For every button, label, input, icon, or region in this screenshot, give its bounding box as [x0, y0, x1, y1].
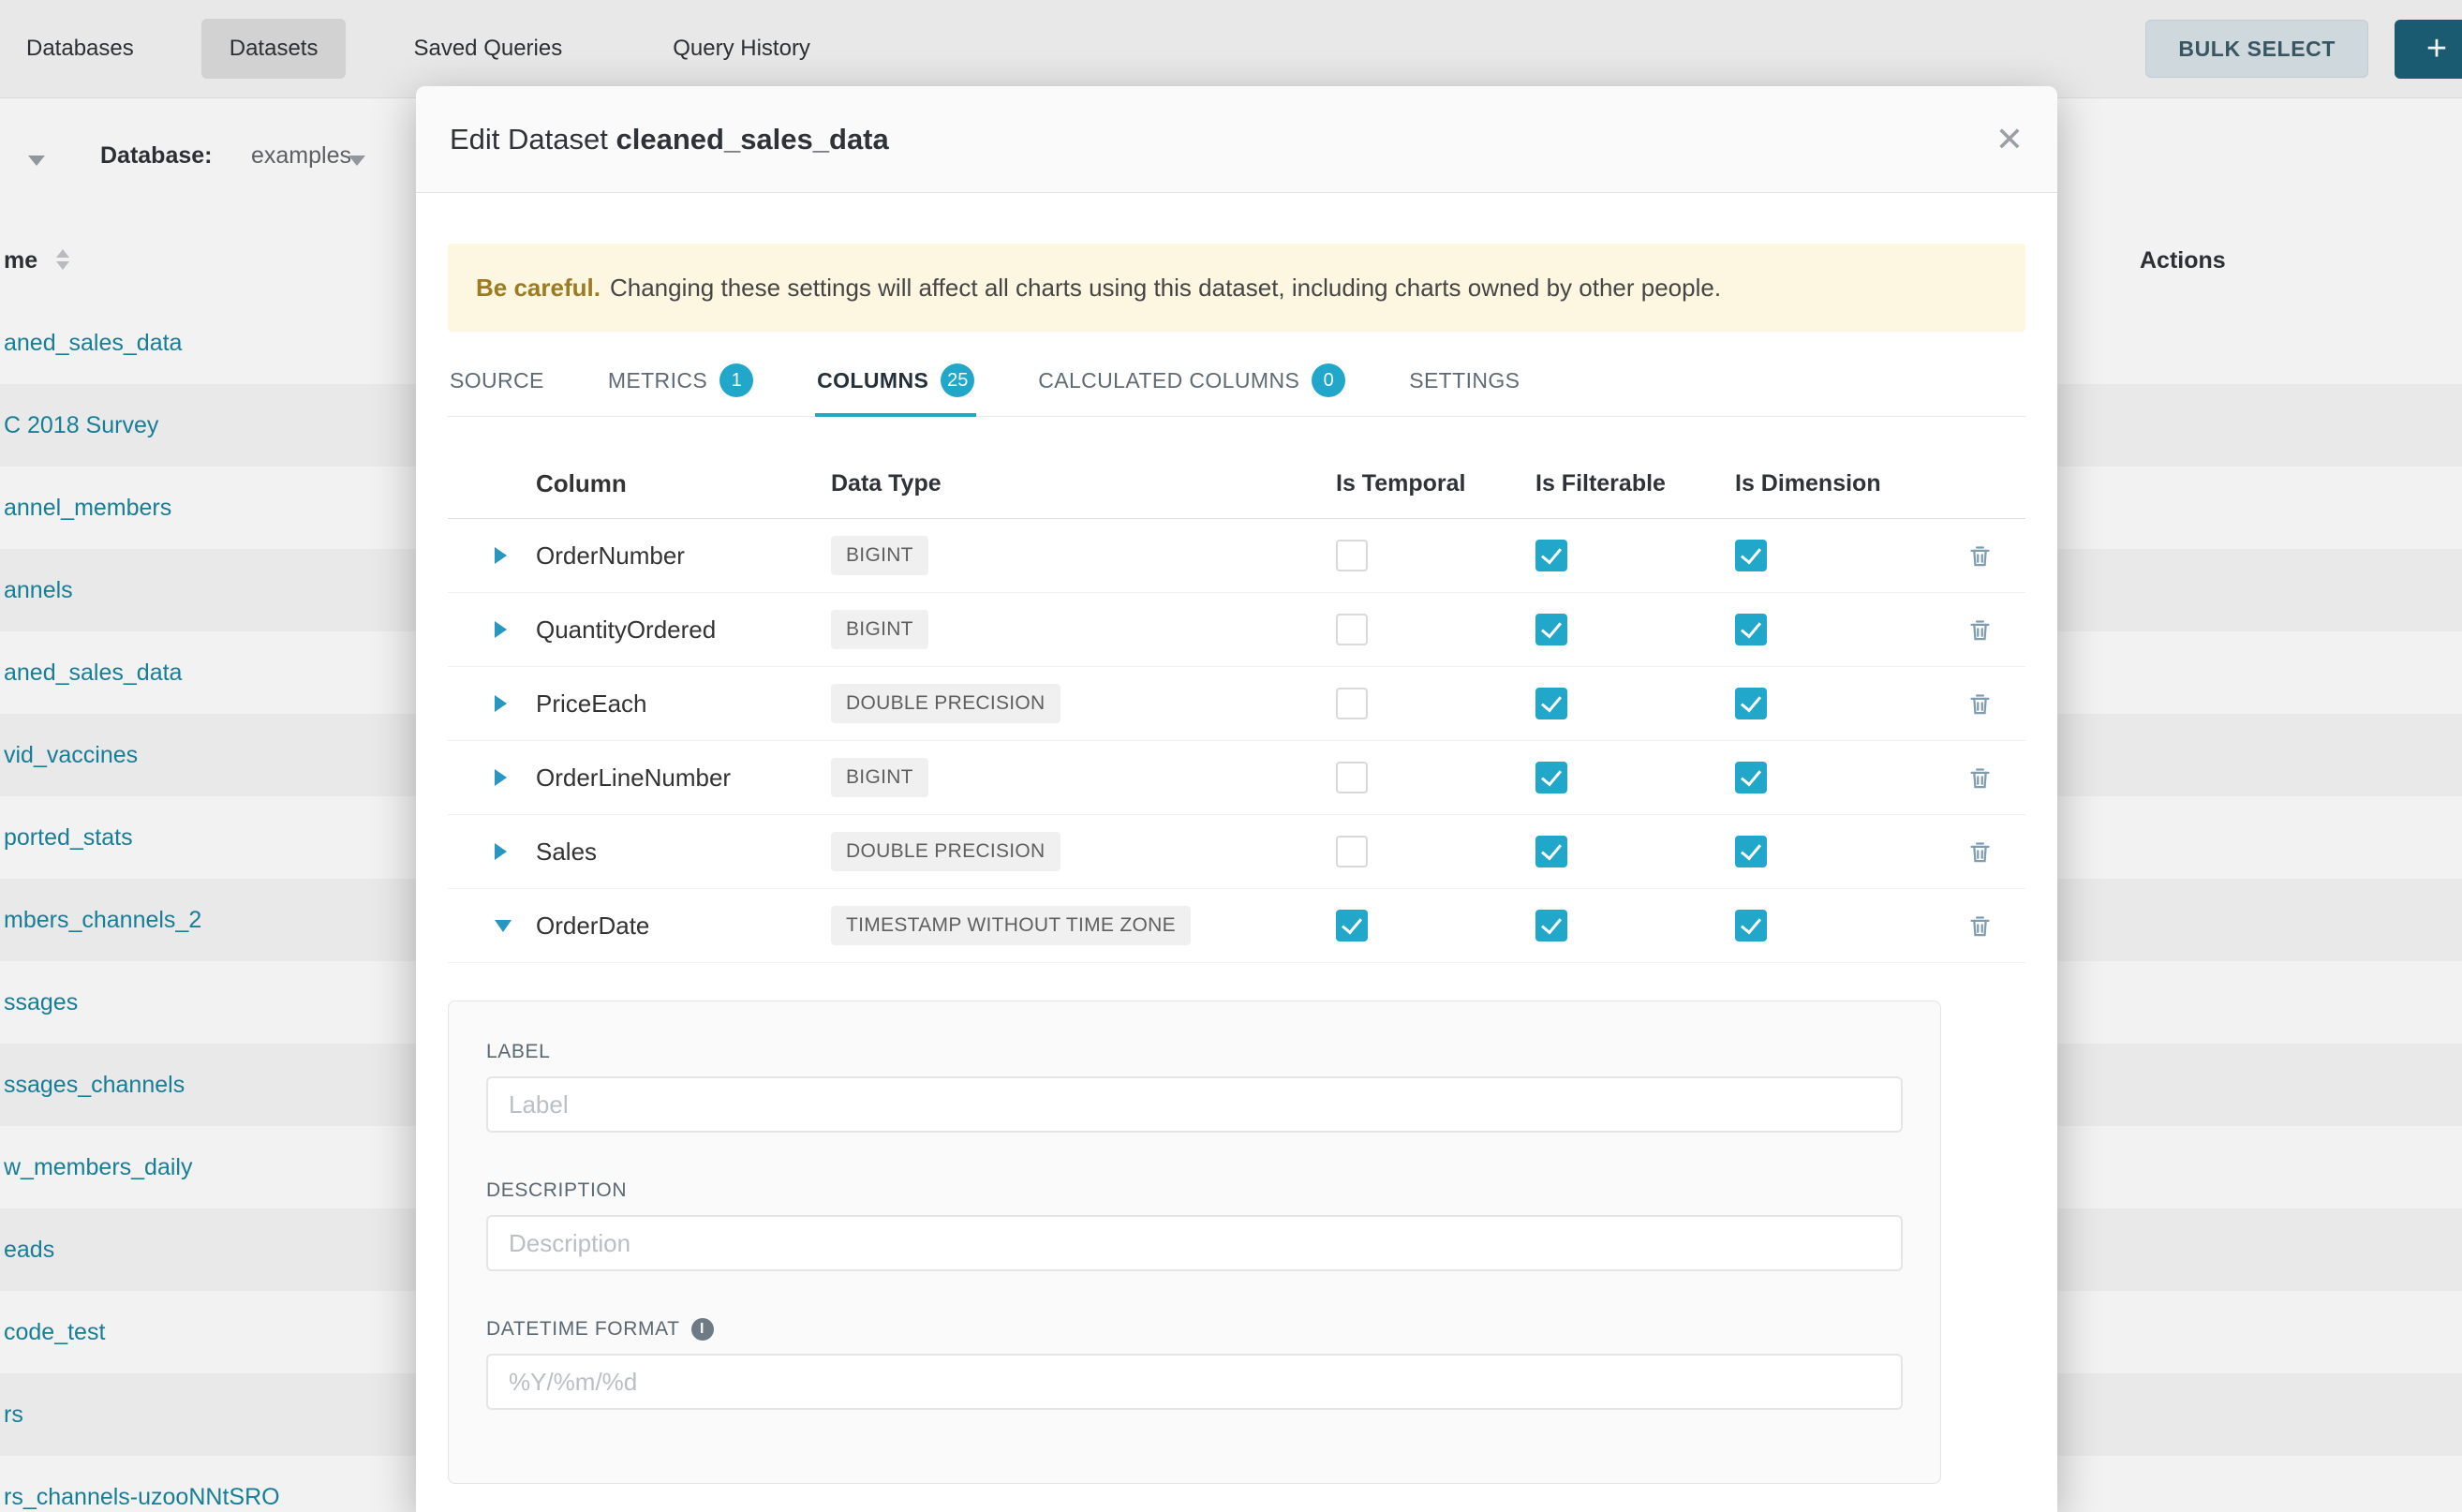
tab-label: SOURCE: [450, 368, 544, 393]
expand-caret-icon[interactable]: [495, 920, 512, 932]
warning-banner-text: Changing these settings will affect all …: [610, 274, 1721, 303]
modal-title-prefix: Edit Dataset: [450, 123, 608, 156]
is-filterable-checkbox[interactable]: [1535, 762, 1567, 793]
tab-calculated-columns[interactable]: CALCULATED COLUMNS 0: [1036, 358, 1347, 416]
column-row: PriceEach DOUBLE PRECISION: [448, 667, 2025, 741]
data-type-pill: BIGINT: [831, 758, 928, 797]
is-temporal-checkbox[interactable]: [1336, 910, 1368, 941]
data-type-pill: DOUBLE PRECISION: [831, 684, 1060, 723]
close-icon[interactable]: ✕: [1995, 123, 2024, 156]
description-input[interactable]: [486, 1215, 1903, 1271]
label-field-label: LABEL: [486, 1041, 1903, 1063]
columns-table-header: Column Data Type Is Temporal Is Filterab…: [448, 449, 2025, 519]
data-type-pill: BIGINT: [831, 536, 928, 575]
is-filterable-checkbox[interactable]: [1535, 910, 1567, 941]
data-type-pill: TIMESTAMP WITHOUT TIME ZONE: [831, 906, 1191, 945]
data-type-header: Data Type: [831, 470, 1336, 497]
tab-label: COLUMNS: [817, 368, 928, 393]
is-dimension-checkbox[interactable]: [1735, 836, 1767, 867]
is-dimension-checkbox[interactable]: [1735, 762, 1767, 793]
modal-title-dataset-name: cleaned_sales_data: [616, 123, 889, 156]
column-row: OrderLineNumber BIGINT: [448, 741, 2025, 815]
column-row: QuantityOrdered BIGINT: [448, 593, 2025, 667]
is-filterable-checkbox[interactable]: [1535, 614, 1567, 645]
is-dimension-checkbox[interactable]: [1735, 540, 1767, 571]
is-dimension-checkbox[interactable]: [1735, 910, 1767, 941]
label-input[interactable]: [486, 1076, 1903, 1133]
tab-columns[interactable]: COLUMNS 25: [815, 358, 976, 416]
column-header: Column: [536, 469, 831, 498]
trash-icon[interactable]: [1967, 765, 1993, 791]
datetime-format-field-label: DATETIME FORMAT i: [486, 1318, 1903, 1341]
expand-caret-icon[interactable]: [495, 843, 507, 860]
modal-tabs: SOURCE METRICS 1 COLUMNS 25 CALCULATED C…: [448, 358, 2025, 417]
columns-table-body: OrderNumber BIGINT QuantityOrdered BIGIN…: [448, 519, 2025, 963]
description-field-label-text: DESCRIPTION: [486, 1179, 627, 1202]
expand-caret-icon[interactable]: [495, 695, 507, 712]
expand-caret-icon[interactable]: [495, 547, 507, 564]
is-dimension-checkbox[interactable]: [1735, 614, 1767, 645]
column-name: QuantityOrdered: [536, 615, 831, 645]
is-dimension-header: Is Dimension: [1735, 470, 1935, 497]
is-temporal-checkbox[interactable]: [1336, 540, 1368, 571]
data-type-pill: BIGINT: [831, 610, 928, 649]
column-name: PriceEach: [536, 689, 831, 719]
is-filterable-checkbox[interactable]: [1535, 688, 1567, 719]
info-icon[interactable]: i: [691, 1318, 714, 1341]
is-filterable-checkbox[interactable]: [1535, 836, 1567, 867]
is-dimension-checkbox[interactable]: [1735, 688, 1767, 719]
data-type-pill: DOUBLE PRECISION: [831, 832, 1060, 871]
expand-caret-icon[interactable]: [495, 621, 507, 638]
is-temporal-checkbox[interactable]: [1336, 688, 1368, 719]
is-temporal-header: Is Temporal: [1336, 470, 1535, 497]
trash-icon[interactable]: [1967, 839, 1993, 865]
description-field-label: DESCRIPTION: [486, 1179, 1903, 1202]
warning-banner: Be careful. Changing these settings will…: [448, 244, 2025, 332]
column-name: OrderLineNumber: [536, 763, 831, 793]
column-name: Sales: [536, 838, 831, 867]
tab-source[interactable]: SOURCE: [448, 358, 546, 416]
is-filterable-checkbox[interactable]: [1535, 540, 1567, 571]
is-filterable-header: Is Filterable: [1535, 470, 1735, 497]
datetime-format-label-text: DATETIME FORMAT: [486, 1318, 680, 1341]
trash-icon[interactable]: [1967, 617, 1993, 643]
tab-count-badge: 25: [941, 363, 974, 397]
datetime-format-input[interactable]: [486, 1354, 1903, 1410]
edit-dataset-modal: Edit Dataset cleaned_sales_data ✕ Be car…: [416, 86, 2057, 1512]
column-name: OrderDate: [536, 912, 831, 941]
is-temporal-checkbox[interactable]: [1336, 762, 1368, 793]
modal-body: Be careful. Changing these settings will…: [416, 244, 2057, 1484]
tab-count-badge: 0: [1312, 363, 1345, 397]
tab-label: SETTINGS: [1409, 368, 1520, 393]
column-name: OrderNumber: [536, 541, 831, 571]
expand-caret-icon[interactable]: [495, 769, 507, 786]
tab-metrics[interactable]: METRICS 1: [606, 358, 755, 416]
tab-count-badge: 1: [719, 363, 753, 397]
is-temporal-checkbox[interactable]: [1336, 836, 1368, 867]
modal-header: Edit Dataset cleaned_sales_data ✕: [416, 86, 2057, 193]
trash-icon[interactable]: [1967, 543, 1993, 569]
column-row: Sales DOUBLE PRECISION: [448, 815, 2025, 889]
modal-title: Edit Dataset cleaned_sales_data: [450, 123, 889, 156]
trash-icon[interactable]: [1967, 691, 1993, 717]
warning-banner-bold: Be careful.: [476, 274, 601, 303]
trash-icon[interactable]: [1967, 913, 1993, 939]
column-row: OrderDate TIMESTAMP WITHOUT TIME ZONE: [448, 889, 2025, 963]
tab-label: METRICS: [608, 368, 707, 393]
column-row: OrderNumber BIGINT: [448, 519, 2025, 593]
label-field-label-text: LABEL: [486, 1041, 550, 1063]
tab-label: CALCULATED COLUMNS: [1038, 368, 1299, 393]
column-detail-panel: LABEL DESCRIPTION DATETIME FORMAT i: [448, 1001, 1941, 1484]
is-temporal-checkbox[interactable]: [1336, 614, 1368, 645]
tab-settings[interactable]: SETTINGS: [1407, 358, 1521, 416]
